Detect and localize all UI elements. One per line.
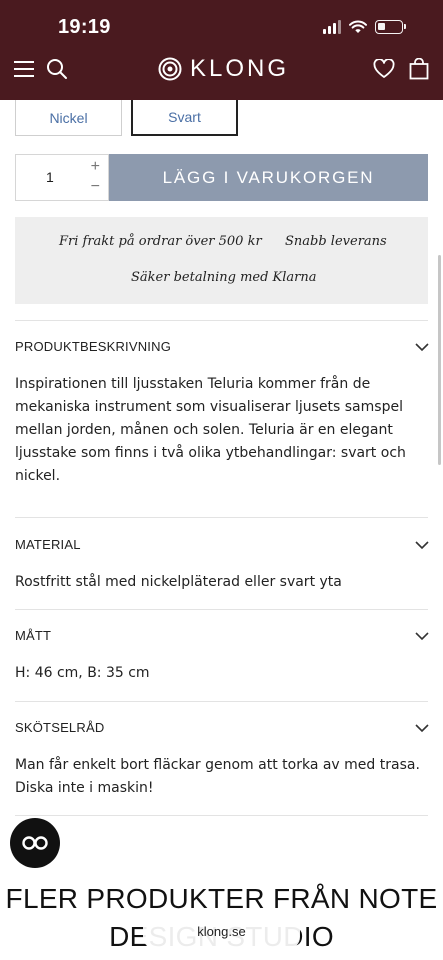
chevron-down-icon[interactable]	[415, 342, 429, 352]
wifi-icon	[349, 20, 367, 33]
accordion-body-description: Inspirationen till ljusstaken Teluria ko…	[15, 376, 406, 484]
free-shipping-text: Fri frakt på ordrar över 500 kr	[59, 234, 262, 249]
variant-svart-button[interactable]: Svart	[131, 100, 238, 136]
bag-icon[interactable]	[409, 58, 429, 80]
status-time: 19:19	[58, 16, 111, 38]
browser-url-bar[interactable]: klong.se	[143, 913, 300, 949]
accordion-body-material: Rostfritt stål med nickelpläterad eller …	[15, 574, 342, 590]
scrollbar[interactable]	[438, 255, 441, 465]
divider	[15, 320, 428, 321]
status-icons	[323, 20, 406, 34]
search-icon[interactable]	[46, 58, 68, 80]
quantity-stepper[interactable]: 1 + −	[15, 154, 109, 201]
divider	[15, 815, 428, 816]
brand-name: KLONG	[190, 55, 290, 82]
chevron-down-icon[interactable]	[415, 540, 429, 550]
accordion-body-dimensions: H: 46 cm, B: 35 cm	[15, 665, 150, 681]
usp-info-box: Fri frakt på ordrar över 500 kr Snabb le…	[15, 217, 428, 304]
klong-logo-icon	[158, 57, 182, 81]
fast-delivery-text: Snabb leverans	[285, 234, 387, 249]
divider	[15, 517, 428, 518]
secure-payment-text: Säker betalning med Klarna	[131, 270, 317, 285]
chevron-down-icon[interactable]	[415, 723, 429, 733]
brand-logo[interactable]: KLONG	[158, 55, 289, 83]
top-header: 19:19 KLONG	[0, 0, 443, 100]
quantity-value[interactable]: 1	[46, 169, 54, 185]
divider	[15, 701, 428, 702]
accordion-title-dimensions[interactable]: MÅTT	[15, 628, 51, 643]
add-to-cart-button[interactable]: LÄGG I VARUKORGEN	[109, 154, 428, 201]
variant-nickel-button[interactable]: Nickel	[15, 100, 122, 136]
chevron-down-icon[interactable]	[415, 631, 429, 641]
signal-icon	[323, 20, 341, 34]
quantity-plus-button[interactable]: +	[91, 158, 100, 176]
battery-icon	[375, 20, 406, 34]
quantity-minus-button[interactable]: −	[91, 178, 100, 196]
accordion-title-description[interactable]: PRODUKTBESKRIVNING	[15, 339, 171, 354]
accordion-title-care[interactable]: SKÖTSELRÅD	[15, 720, 104, 735]
divider	[15, 609, 428, 610]
heart-icon[interactable]	[373, 59, 395, 79]
accordion-title-material[interactable]: MATERIAL	[15, 537, 81, 552]
chat-button[interactable]	[10, 818, 60, 868]
menu-icon[interactable]	[14, 60, 34, 78]
accordion-body-care: Man får enkelt bort fläckar genom att to…	[15, 757, 420, 796]
chat-icon	[22, 836, 48, 850]
